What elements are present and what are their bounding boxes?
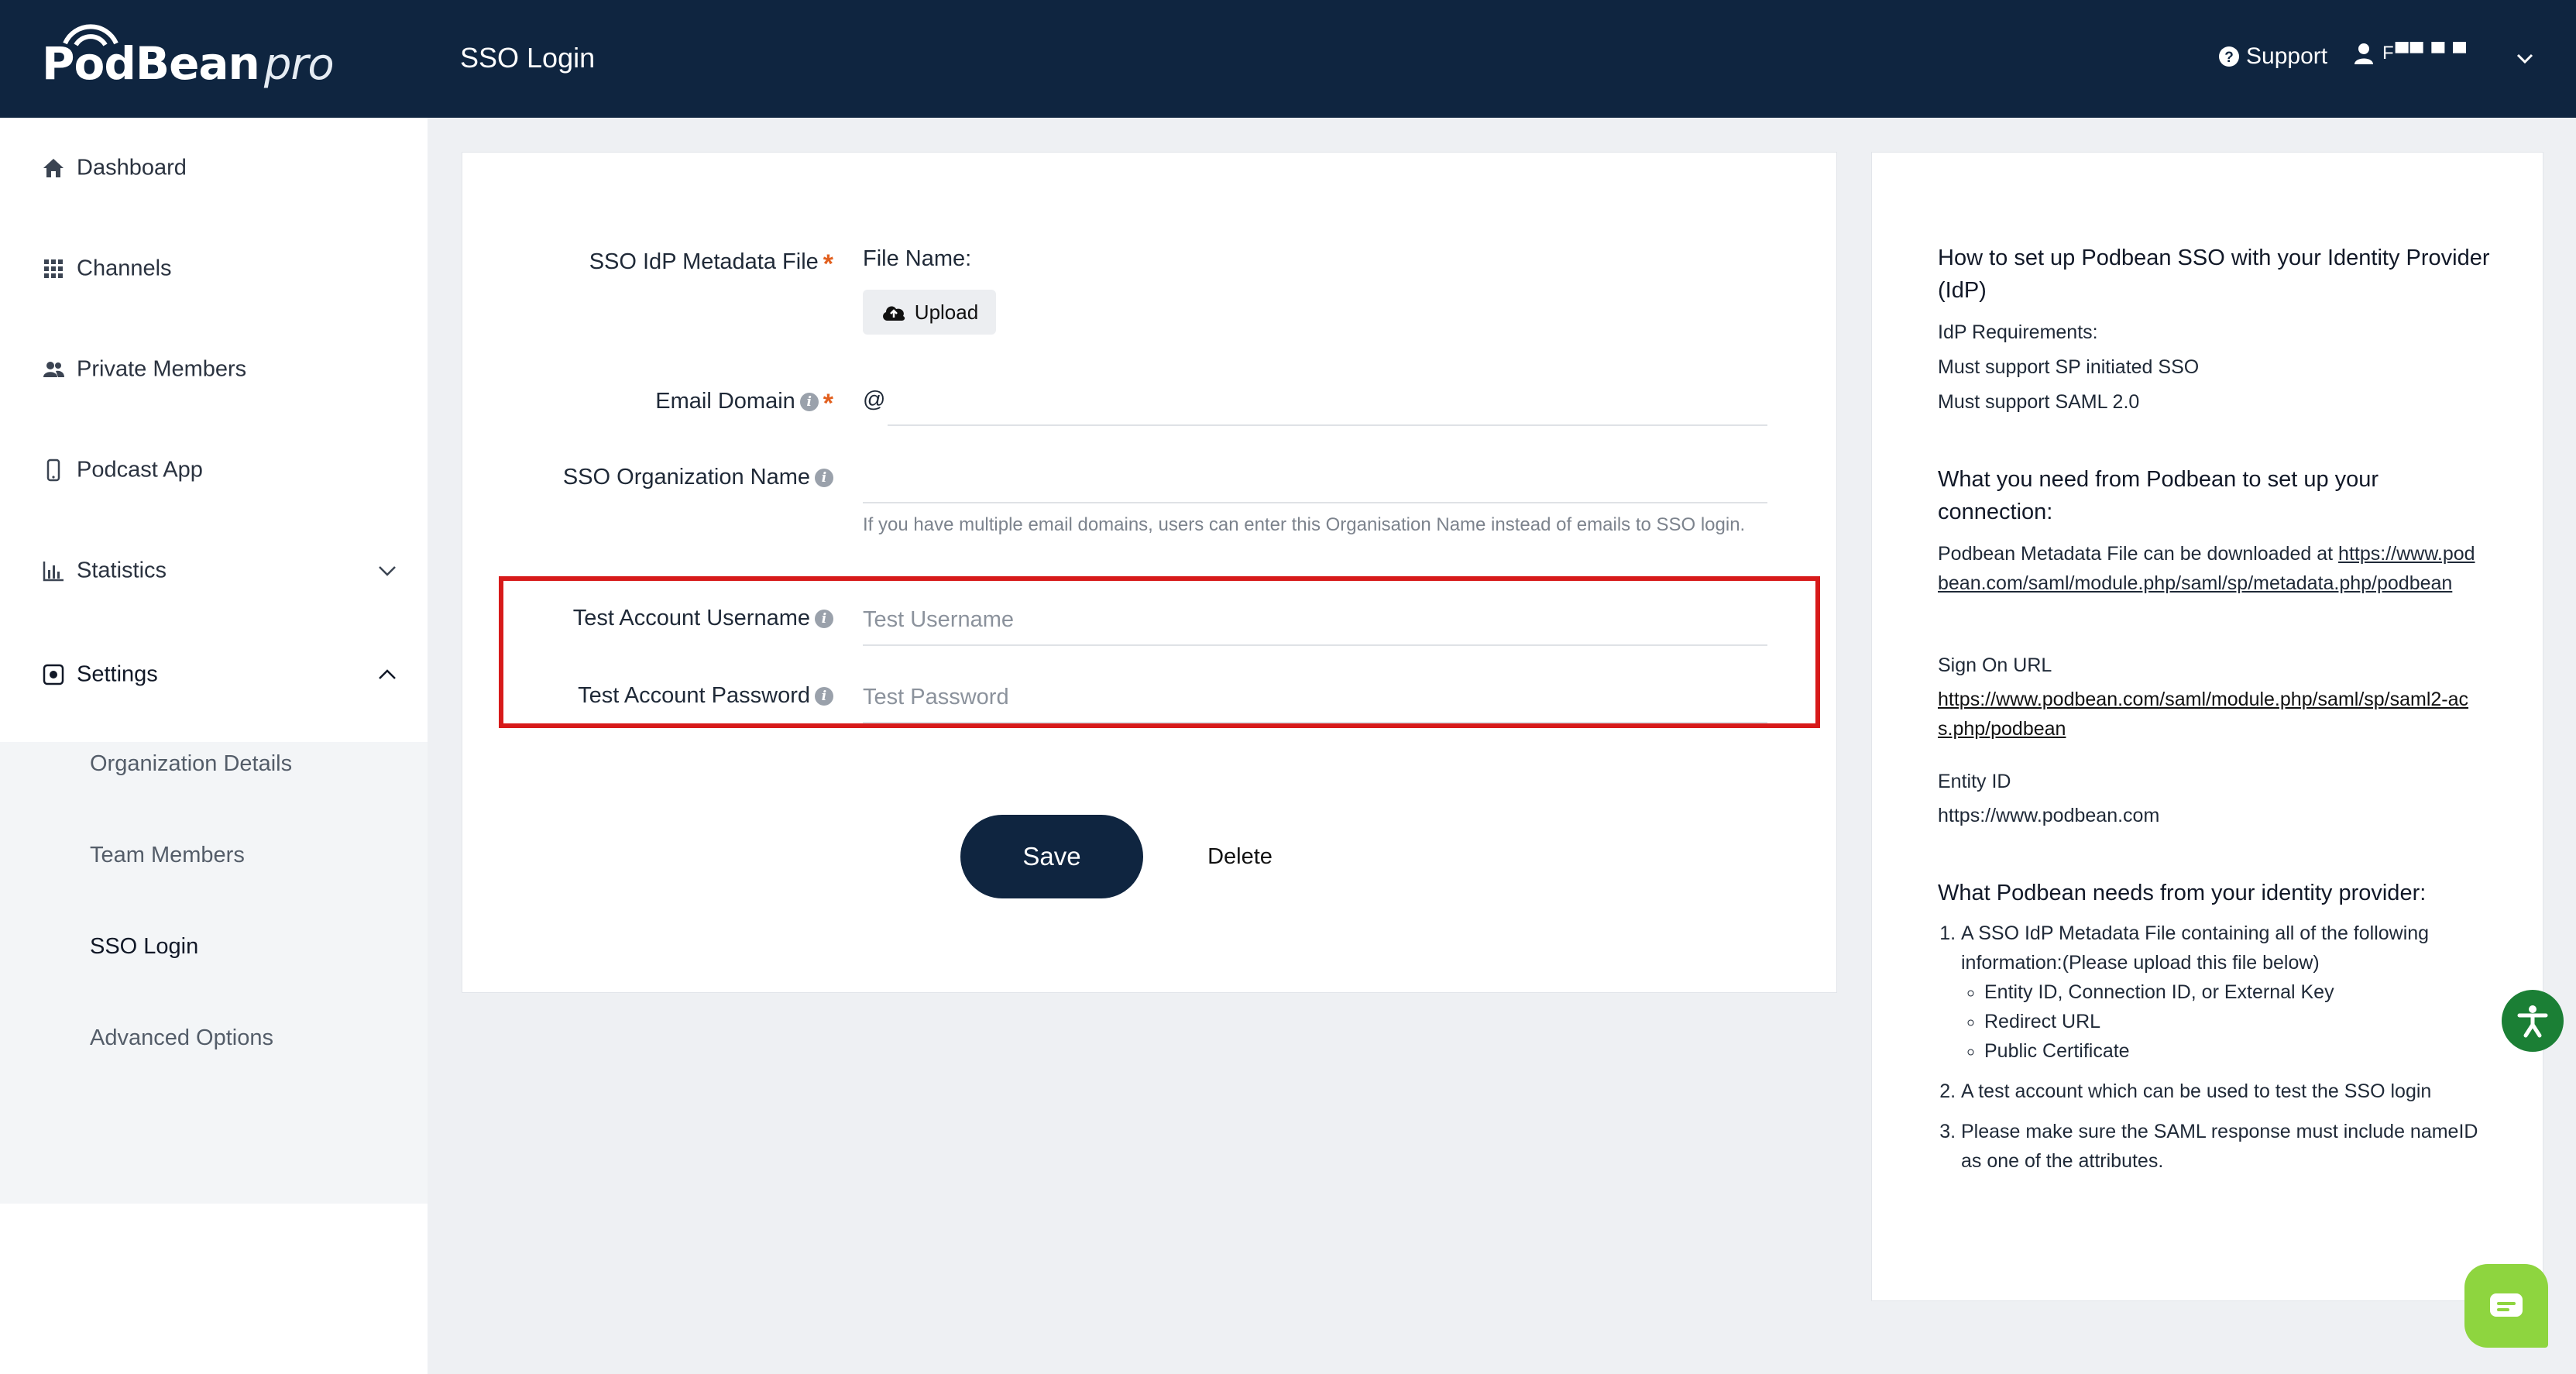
upload-label: Upload: [914, 300, 979, 324]
help-circle-icon: ?: [2219, 46, 2239, 67]
list-item: Public Certificate: [1984, 1036, 2480, 1066]
sidebar-sub-advanced-options[interactable]: Advanced Options: [90, 1025, 273, 1051]
support-label: Support: [2246, 43, 2328, 69]
required-mark: *: [823, 249, 833, 279]
help-entity-value: https://www.podbean.com: [1938, 805, 2160, 826]
save-button[interactable]: Save: [960, 815, 1143, 898]
help-idp-title: What Podbean needs from your identity pr…: [1938, 881, 2427, 905]
sidebar-item-podcast-app[interactable]: Podcast App: [0, 420, 428, 520]
sidebar-item-label: Channels: [77, 256, 172, 281]
support-link[interactable]: ? Support: [2218, 43, 2327, 70]
sidebar-item-label: Statistics: [77, 558, 167, 583]
chevron-up-icon[interactable]: [376, 664, 398, 685]
sidebar-item-dashboard[interactable]: Dashboard: [0, 118, 428, 218]
settings-icon: [43, 664, 64, 685]
help-entity-label: Entity ID: [1938, 771, 2011, 792]
sidebar-item-channels[interactable]: Channels: [0, 218, 428, 319]
top-header: PodBean pro SSO Login ? Support F▀▀ ▀ ▀: [0, 0, 2576, 118]
sidebar-sub-team-members[interactable]: Team Members: [90, 843, 245, 868]
email-domain-label: Email Domain i *: [655, 389, 833, 418]
upload-button[interactable]: Upload: [863, 290, 996, 335]
email-domain-underline: [888, 424, 1767, 426]
email-domain-input[interactable]: [888, 383, 1767, 417]
phone-icon: [46, 459, 60, 482]
sidebar-sub-organization-details[interactable]: Organization Details: [90, 751, 292, 777]
help-metadata-text: Podbean Metadata File can be downloaded …: [1938, 543, 2339, 565]
help-req-1: Must support SP initiated SSO: [1938, 356, 2200, 378]
metadata-file-label: SSO IdP Metadata File *: [589, 249, 833, 279]
sidebar-item-label: Dashboard: [77, 155, 187, 180]
help-metadata-line: Podbean Metadata File can be downloaded …: [1938, 539, 2480, 598]
file-name-label: File Name:: [863, 246, 972, 271]
list-item: Redirect URL: [1984, 1007, 2480, 1036]
help-req-heading: IdP Requirements:: [1938, 321, 2098, 343]
page-title: SSO Login: [460, 42, 596, 74]
podbean-logo[interactable]: PodBean pro: [42, 17, 335, 94]
sidebar-item-private-members[interactable]: Private Members: [0, 319, 428, 420]
users-icon: [43, 362, 64, 377]
chat-button[interactable]: [2464, 1264, 2548, 1348]
sidebar-item-settings[interactable]: Settings: [0, 624, 428, 725]
sidebar-item-label: Private Members: [77, 356, 247, 382]
home-icon: [43, 159, 64, 177]
org-name-underline: [863, 502, 1767, 503]
settings-group: [0, 742, 428, 1204]
list-item: Please make sure the SAML response must …: [1961, 1117, 2480, 1176]
help-sign-on-label: Sign On URL: [1938, 654, 2052, 676]
logo-pro: pro: [263, 40, 335, 90]
chevron-down-icon[interactable]: [2514, 48, 2536, 70]
chat-icon: [2490, 1293, 2523, 1317]
help-req-2: Must support SAML 2.0: [1938, 391, 2140, 413]
sidebar-item-label: Podcast App: [77, 457, 203, 483]
user-menu[interactable]: F▀▀ ▀ ▀: [2353, 42, 2468, 65]
info-icon[interactable]: i: [815, 468, 833, 487]
logo-word: PodBean: [42, 37, 260, 90]
svg-text:?: ?: [2224, 50, 2234, 66]
user-icon: [2354, 43, 2373, 64]
sidebar-item-statistics[interactable]: Statistics: [0, 520, 428, 621]
cloud-upload-icon: [882, 306, 905, 321]
org-name-hint: If you have multiple email domains, user…: [863, 514, 1746, 535]
help-idp-list: A SSO IdP Metadata File containing all o…: [1938, 919, 2480, 1187]
accessibility-icon: [2517, 1005, 2548, 1038]
list-item: A test account which can be used to test…: [1961, 1077, 2480, 1106]
bar-chart-icon: [43, 562, 64, 582]
email-at-sign: @: [863, 387, 886, 412]
highlight-box: [499, 576, 1820, 728]
accessibility-button[interactable]: [2502, 990, 2564, 1052]
sidebar: Dashboard Channels Private Members Podca…: [0, 118, 428, 1374]
required-mark: *: [823, 389, 833, 418]
info-icon[interactable]: i: [799, 392, 819, 411]
chevron-down-icon[interactable]: [376, 560, 398, 582]
sidebar-item-label: Settings: [77, 661, 158, 687]
help-title: How to set up Podbean SSO with your Iden…: [1938, 246, 2490, 303]
sidebar-sub-sso-login[interactable]: SSO Login: [90, 934, 198, 960]
help-need-title: What you need from Podbean to set up you…: [1938, 467, 2379, 524]
list-item: Entity ID, Connection ID, or External Ke…: [1984, 977, 2480, 1007]
org-name-label: SSO Organization Name i: [563, 465, 833, 490]
user-name: F▀▀ ▀ ▀: [2382, 43, 2468, 64]
grid-icon: [44, 259, 63, 278]
list-item: A SSO IdP Metadata File containing all o…: [1961, 919, 2480, 1066]
sign-on-url-link[interactable]: https://www.podbean.com/saml/module.php/…: [1938, 685, 2480, 744]
org-name-input[interactable]: [863, 460, 1767, 494]
delete-button[interactable]: Delete: [1193, 815, 1287, 898]
